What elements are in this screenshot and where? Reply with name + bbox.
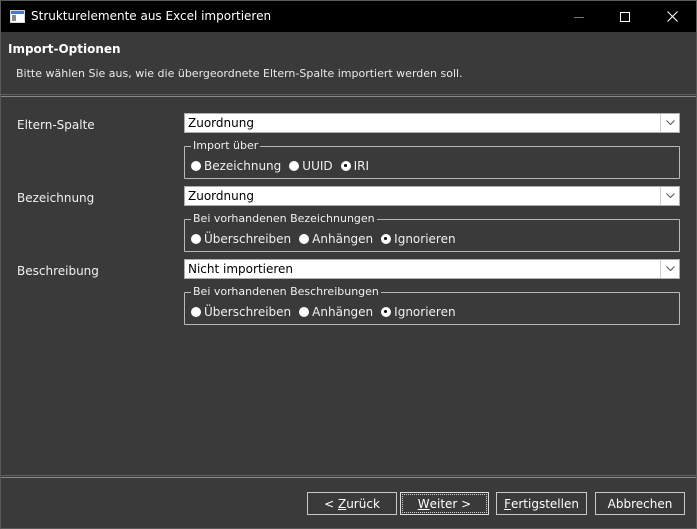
radio-iri[interactable]: IRI bbox=[340, 159, 369, 173]
existing-names-legend: Bei vorhandenen Bezeichnungen bbox=[191, 212, 377, 225]
page-description: Bitte wählen Sie aus, wie die übergeordn… bbox=[16, 67, 463, 80]
eltern-spalte-select[interactable]: Zuordnung bbox=[184, 113, 680, 133]
dialog-window: Strukturelemente aus Excel importieren I… bbox=[0, 0, 697, 529]
existing-names-group: Bei vorhandenen Bezeichnungen Überschrei… bbox=[184, 212, 680, 252]
eltern-spalte-label: Eltern-Spalte bbox=[17, 118, 95, 132]
minimize-button[interactable] bbox=[556, 1, 602, 32]
maximize-button[interactable] bbox=[602, 1, 648, 32]
chevron-down-icon[interactable] bbox=[660, 260, 679, 278]
radio-checked-icon[interactable] bbox=[381, 234, 392, 244]
radio-checked-icon[interactable] bbox=[381, 307, 392, 317]
radio-desc-append[interactable]: Anhängen bbox=[299, 305, 373, 319]
radio-names-overwrite[interactable]: Überschreiben bbox=[191, 232, 291, 246]
radio-bezeichnung[interactable]: Bezeichnung bbox=[191, 159, 281, 173]
finish-button[interactable]: Fertigstellen bbox=[496, 492, 587, 515]
beschreibung-value: Nicht importieren bbox=[188, 262, 294, 276]
footer-divider bbox=[1, 475, 696, 476]
chevron-down-icon[interactable] bbox=[660, 187, 679, 205]
maximize-icon bbox=[620, 11, 630, 22]
bezeichnung-label: Bezeichnung bbox=[17, 191, 95, 205]
bezeichnung-select[interactable]: Zuordnung bbox=[184, 186, 680, 206]
page-title: Import-Optionen bbox=[8, 42, 121, 56]
back-button[interactable]: < Zurück bbox=[307, 492, 397, 515]
next-button[interactable]: Weiter > bbox=[400, 492, 489, 515]
radio-unchecked-icon[interactable] bbox=[299, 307, 310, 317]
radio-desc-overwrite[interactable]: Überschreiben bbox=[191, 305, 291, 319]
window-title: Strukturelemente aus Excel importieren bbox=[31, 9, 272, 23]
wizard-header: Import-Optionen Bitte wählen Sie aus, wi… bbox=[1, 32, 696, 94]
radio-checked-icon[interactable] bbox=[340, 161, 351, 171]
close-button[interactable] bbox=[649, 1, 695, 32]
existing-descriptions-group: Bei vorhandenen Beschreibungen Überschre… bbox=[184, 285, 680, 325]
header-divider bbox=[1, 94, 696, 95]
radio-unchecked-icon[interactable] bbox=[191, 161, 201, 171]
cancel-button[interactable]: Abbrechen bbox=[595, 492, 685, 515]
radio-unchecked-icon[interactable] bbox=[191, 307, 201, 317]
radio-names-append[interactable]: Anhängen bbox=[299, 232, 373, 246]
radio-unchecked-icon[interactable] bbox=[299, 234, 310, 244]
app-icon bbox=[10, 10, 25, 23]
minimize-icon bbox=[574, 16, 584, 18]
existing-descriptions-legend: Bei vorhandenen Beschreibungen bbox=[191, 285, 381, 298]
title-bar[interactable]: Strukturelemente aus Excel importieren bbox=[1, 1, 696, 32]
import-via-group: Import über Bezeichnung UUID IRI bbox=[184, 139, 680, 179]
bezeichnung-value: Zuordnung bbox=[188, 189, 254, 203]
header-divider-light bbox=[1, 96, 696, 97]
import-via-legend: Import über bbox=[191, 139, 261, 152]
radio-unchecked-icon[interactable] bbox=[289, 161, 300, 171]
footer-divider-light bbox=[1, 477, 696, 478]
radio-desc-ignore[interactable]: Ignorieren bbox=[381, 305, 456, 319]
chevron-down-icon[interactable] bbox=[660, 114, 679, 132]
beschreibung-label: Beschreibung bbox=[17, 264, 99, 278]
radio-uuid[interactable]: UUID bbox=[289, 159, 333, 173]
beschreibung-select[interactable]: Nicht importieren bbox=[184, 259, 680, 279]
close-icon bbox=[666, 11, 678, 22]
radio-names-ignore[interactable]: Ignorieren bbox=[381, 232, 456, 246]
eltern-spalte-value: Zuordnung bbox=[188, 116, 254, 130]
radio-unchecked-icon[interactable] bbox=[191, 234, 201, 244]
